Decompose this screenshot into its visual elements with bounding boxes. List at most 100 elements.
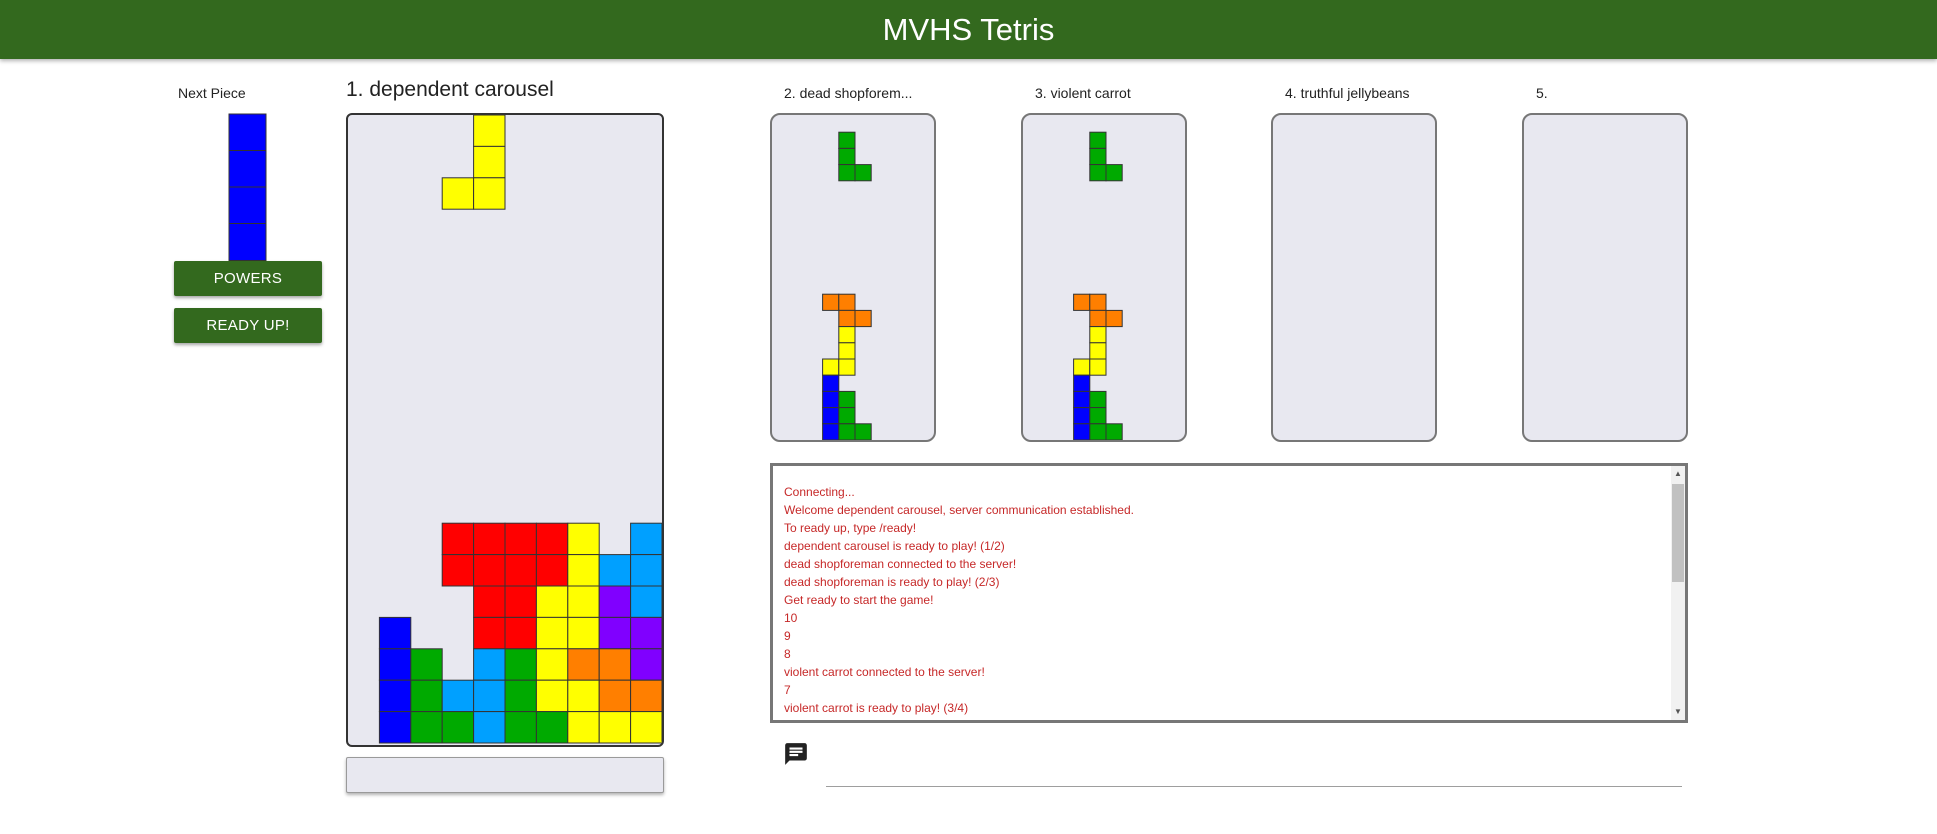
stack-cell <box>535 616 569 650</box>
opponent-cell <box>1089 309 1107 328</box>
next-piece-cell <box>228 150 267 188</box>
stack-cell <box>567 585 600 618</box>
opponent-cell <box>1073 358 1091 376</box>
opponent-cell <box>1089 390 1107 409</box>
chat-message: 9 <box>784 629 791 643</box>
stack-cell <box>378 679 412 713</box>
opponent-cell <box>1089 358 1107 376</box>
next-piece-cell <box>228 186 267 225</box>
stack-cell <box>630 554 662 587</box>
stack-cell <box>567 522 600 556</box>
stack-cell <box>504 522 537 556</box>
chat-message: Welcome dependent carousel, server commu… <box>784 503 1134 517</box>
opponent-cell <box>1073 374 1091 392</box>
main-player-title: 1. dependent carousel <box>346 78 554 101</box>
opponent-cell <box>1089 131 1107 149</box>
chat-message: violent carrot is ready to play! (3/4) <box>784 701 969 715</box>
held-piece-box <box>346 757 664 793</box>
stack-cell <box>567 711 600 744</box>
chat-message: dead shopforeman connected to the server… <box>784 557 1017 571</box>
stack-cell <box>378 616 412 650</box>
chat-message: Get ready to start the game! <box>784 593 934 607</box>
opponent-cell <box>854 423 872 440</box>
chat-bubble-icon <box>783 741 809 767</box>
powers-button[interactable]: POWERS <box>174 261 322 296</box>
opponent-cell <box>854 309 872 328</box>
opponent-cell <box>822 358 840 376</box>
stack-cell <box>473 679 506 713</box>
chat-message: 7 <box>784 683 791 697</box>
stack-cell <box>630 711 662 744</box>
next-piece-cell <box>228 113 267 152</box>
opponent-cell <box>1089 407 1107 425</box>
chat-message: dead shopforeman is ready to play! (2/3) <box>784 575 1000 589</box>
opponent-cell <box>1089 147 1107 166</box>
falling-piece-cell <box>473 115 506 147</box>
scroll-down-arrow-icon[interactable]: ▼ <box>1673 706 1683 718</box>
chat-message: violent carrot connected to the server! <box>784 665 985 679</box>
stack-cell <box>410 679 443 713</box>
stack-cell <box>410 648 443 681</box>
opponent-cell <box>1105 309 1123 328</box>
stack-cell <box>473 554 506 587</box>
stack-cell <box>535 522 569 556</box>
opponent-cell <box>1073 423 1091 440</box>
opponent-cell <box>838 326 856 344</box>
opponent-cell <box>838 164 856 182</box>
stack-cell <box>378 648 412 681</box>
opponent-cell <box>1073 407 1091 425</box>
chat-scrollbar[interactable]: ▲ ▼ <box>1671 466 1685 720</box>
stack-cell <box>567 554 600 587</box>
opponent-cell <box>838 342 856 360</box>
stack-cell <box>441 679 475 713</box>
app-title: MVHS Tetris <box>882 11 1055 47</box>
stack-cell <box>504 648 537 681</box>
opponent-board <box>1271 113 1437 442</box>
opponent-cell <box>822 423 840 440</box>
opponent-cell <box>838 131 856 149</box>
stack-cell <box>567 648 600 681</box>
opponent-cell <box>838 358 856 376</box>
opponent-cell <box>838 407 856 425</box>
opponent-cell <box>1089 326 1107 344</box>
opponent-cell <box>838 309 856 328</box>
chat-input[interactable] <box>826 760 1682 787</box>
opponent-board <box>1021 113 1187 442</box>
opponent-cell <box>838 147 856 166</box>
stack-cell <box>535 585 569 618</box>
stack-cell <box>535 648 569 681</box>
stack-cell <box>410 711 443 744</box>
chat-log[interactable]: Connecting... Welcome dependent carousel,… <box>770 463 1688 723</box>
stack-cell <box>504 679 537 713</box>
stack-cell <box>630 616 662 650</box>
opponent-cell <box>1089 164 1107 182</box>
stack-cell <box>441 711 475 744</box>
stack-cell <box>441 554 475 587</box>
stack-cell <box>598 585 632 618</box>
main-game-board <box>346 113 664 747</box>
stack-cell <box>535 711 569 744</box>
opponent-cell <box>838 390 856 409</box>
stack-cell <box>473 585 506 618</box>
stack-cell <box>504 616 537 650</box>
stack-cell <box>598 679 632 713</box>
scroll-thumb[interactable] <box>1672 484 1684 582</box>
opponent-cell <box>854 164 872 182</box>
stack-cell <box>504 711 537 744</box>
opponent-title: 4. truthful jellybeans <box>1285 85 1410 101</box>
stack-cell <box>473 522 506 556</box>
scroll-up-arrow-icon[interactable]: ▲ <box>1673 468 1683 480</box>
opponent-cell <box>1089 293 1107 311</box>
chat-messages: Connecting... Welcome dependent carousel,… <box>784 483 1663 720</box>
chat-message: Connecting... <box>784 485 855 499</box>
opponent-board <box>1522 113 1688 442</box>
chat-message: 8 <box>784 647 791 661</box>
stack-cell <box>473 616 506 650</box>
opponent-board <box>770 113 936 442</box>
opponent-cell <box>822 407 840 425</box>
stack-cell <box>598 554 632 587</box>
stack-cell <box>598 616 632 650</box>
ready-up-button[interactable]: READY UP! <box>174 308 322 343</box>
stack-cell <box>630 679 662 713</box>
opponent-cell <box>1089 342 1107 360</box>
